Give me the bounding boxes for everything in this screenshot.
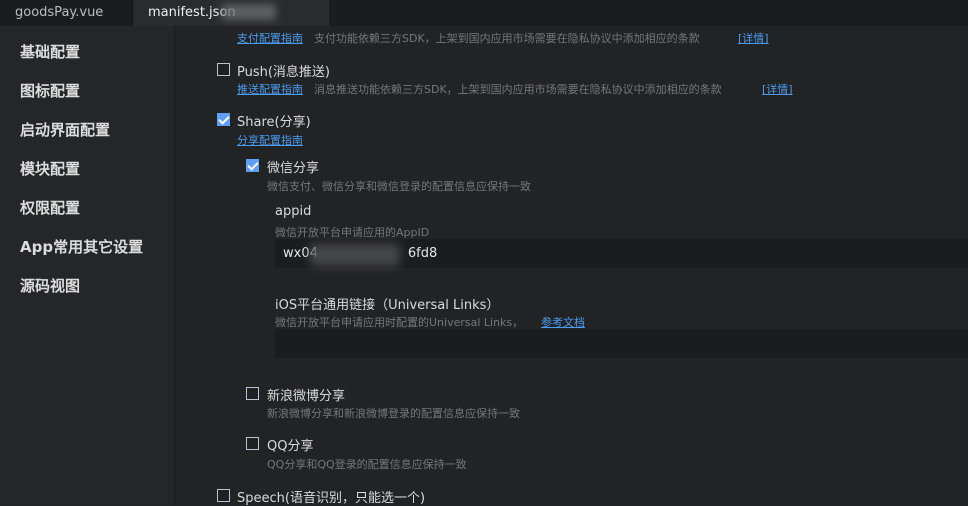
pay-guide-link[interactable]: 支付配置指南 (237, 30, 303, 46)
editor-tab-bar: goodsPay.vue manifest.json (0, 0, 968, 26)
tab-goodspay[interactable]: goodsPay.vue (0, 0, 133, 26)
qq-share-checkbox[interactable] (246, 437, 259, 450)
redacted-area (222, 4, 276, 20)
pay-detail-link[interactable]: [详情] (738, 30, 769, 46)
config-sidebar: 基础配置 图标配置 启动界面配置 模块配置 权限配置 App常用其它设置 源码视… (0, 26, 175, 505)
appid-value-end: 6fd8 (407, 246, 438, 261)
push-detail-link[interactable]: [详情] (762, 81, 793, 97)
weibo-share-label: 新浪微博分享 (267, 389, 346, 404)
appid-desc: 微信开放平台申请应用的AppID (275, 226, 430, 239)
pay-desc: 支付功能依赖三方SDK，上架到国内应用市场需要在隐私协议中添加相应的条款 (314, 32, 700, 45)
universal-links-desc: 微信开放平台申请应用时配置的Universal Links， (275, 316, 524, 329)
sidebar-item-splash[interactable]: 启动界面配置 (20, 120, 110, 140)
share-checkbox[interactable] (217, 113, 230, 126)
sidebar-item-icon[interactable]: 图标配置 (20, 81, 80, 101)
sidebar-item-permissions[interactable]: 权限配置 (20, 198, 80, 218)
push-label: Push(消息推送) (237, 65, 331, 80)
weixin-share-checkbox[interactable] (246, 159, 259, 172)
share-label: Share(分享) (237, 115, 311, 130)
qq-share-desc: QQ分享和QQ登录的配置信息应保持一致 (267, 458, 467, 471)
push-checkbox[interactable] (217, 63, 230, 76)
reference-doc-link[interactable]: 参考文档 (541, 314, 585, 330)
sidebar-item-source[interactable]: 源码视图 (20, 276, 80, 296)
universal-links-label: iOS平台通用链接（Universal Links） (275, 298, 500, 313)
weibo-share-desc: 新浪微博分享和新浪微博登录的配置信息应保持一致 (267, 407, 520, 420)
sidebar-item-app-other[interactable]: App常用其它设置 (20, 237, 143, 257)
speech-checkbox[interactable] (217, 489, 230, 502)
weixin-share-desc: 微信支付、微信分享和微信登录的配置信息应保持一致 (267, 180, 531, 193)
weibo-share-checkbox[interactable] (246, 387, 259, 400)
sidebar-item-modules[interactable]: 模块配置 (20, 159, 80, 179)
push-guide-link[interactable]: 推送配置指南 (237, 81, 303, 97)
sidebar-item-basic[interactable]: 基础配置 (20, 42, 80, 62)
speech-label: Speech(语音识别，只能选一个) (237, 491, 426, 506)
weixin-share-label: 微信分享 (267, 161, 320, 176)
appid-label: appid (275, 204, 312, 219)
universal-links-input[interactable] (275, 329, 968, 358)
tab-label: goodsPay.vue (15, 5, 104, 20)
push-desc: 消息推送功能依赖三方SDK，上架到国内应用市场需要在隐私协议中添加相应的条款 (314, 83, 722, 96)
qq-share-label: QQ分享 (267, 439, 314, 454)
redacted-area (310, 244, 400, 266)
share-guide-link[interactable]: 分享配置指南 (237, 132, 303, 148)
